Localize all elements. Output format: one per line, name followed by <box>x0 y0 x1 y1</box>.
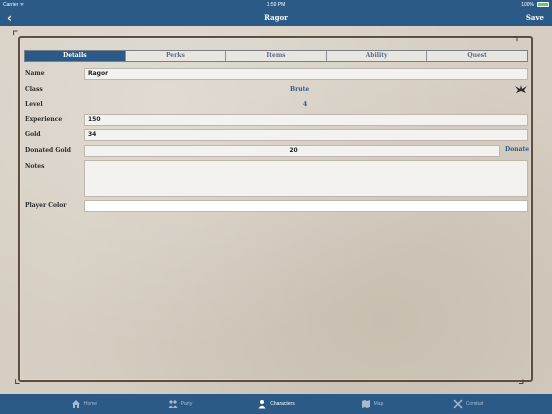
tab-details[interactable]: Details <box>25 51 126 61</box>
battery-icon <box>537 2 549 7</box>
frame-corner-icon: ⌝ <box>512 35 519 51</box>
page-title: Ragor <box>264 13 288 22</box>
person-icon <box>258 400 266 409</box>
party-icon <box>168 400 178 408</box>
donated-gold-field[interactable]: 20 <box>84 145 500 157</box>
battery-percent: 100% <box>521 2 534 8</box>
gold-field[interactable]: 34 <box>84 129 528 141</box>
tab-characters-label: Characters <box>270 401 295 407</box>
gold-label: Gold <box>25 131 41 138</box>
frame-corner-icon: ⌟ <box>518 371 525 387</box>
status-time: 1:59 PM <box>266 2 286 8</box>
segmented-tabs: Details Perks Items Ability Quest <box>24 50 528 62</box>
name-label: Name <box>25 70 45 77</box>
tab-home[interactable]: Home <box>36 399 132 409</box>
tab-home-label: Home <box>83 401 98 407</box>
class-label: Class <box>25 86 43 93</box>
crossed-swords-icon <box>453 399 463 409</box>
level-value: 4 <box>303 101 308 108</box>
tab-items[interactable]: Items <box>226 51 327 61</box>
frame-corner-icon: ⌞ <box>14 371 21 387</box>
frame-corner-icon: ⌜ <box>12 29 19 45</box>
notes-field[interactable] <box>84 160 528 197</box>
tab-perks[interactable]: Perks <box>126 51 227 61</box>
tab-map-label: Map <box>373 401 384 407</box>
player-color-field[interactable] <box>84 200 528 212</box>
home-icon <box>71 400 80 408</box>
donated-gold-label: Donated Gold <box>25 147 71 154</box>
tab-party-label: Party <box>180 401 193 407</box>
save-button[interactable]: Save <box>526 10 544 26</box>
bottom-tab-bar: Home Party Characters Map Combat <box>0 394 552 414</box>
navigation-bar: ‹ Ragor Save <box>0 10 552 26</box>
tab-party[interactable]: Party <box>132 399 228 409</box>
level-label: Level <box>25 101 43 108</box>
tab-combat[interactable]: Combat <box>420 399 516 409</box>
brute-class-icon <box>515 85 527 93</box>
map-icon <box>361 400 370 408</box>
experience-label: Experience <box>25 116 63 123</box>
tab-ability[interactable]: Ability <box>327 51 428 61</box>
status-bar: Carrier ᯤ 1:59 PM 100% <box>0 0 552 10</box>
tab-combat-label: Combat <box>465 401 484 407</box>
player-color-label: Player Color <box>25 202 67 209</box>
class-value: Brute <box>290 86 310 93</box>
tab-map[interactable]: Map <box>324 399 420 409</box>
name-field[interactable]: Ragor <box>84 68 528 80</box>
experience-field[interactable]: 150 <box>84 114 528 126</box>
tab-quest[interactable]: Quest <box>427 51 527 61</box>
notes-label: Notes <box>25 163 45 170</box>
tab-characters[interactable]: Characters <box>228 399 324 409</box>
donate-button[interactable]: Donate <box>505 146 529 153</box>
